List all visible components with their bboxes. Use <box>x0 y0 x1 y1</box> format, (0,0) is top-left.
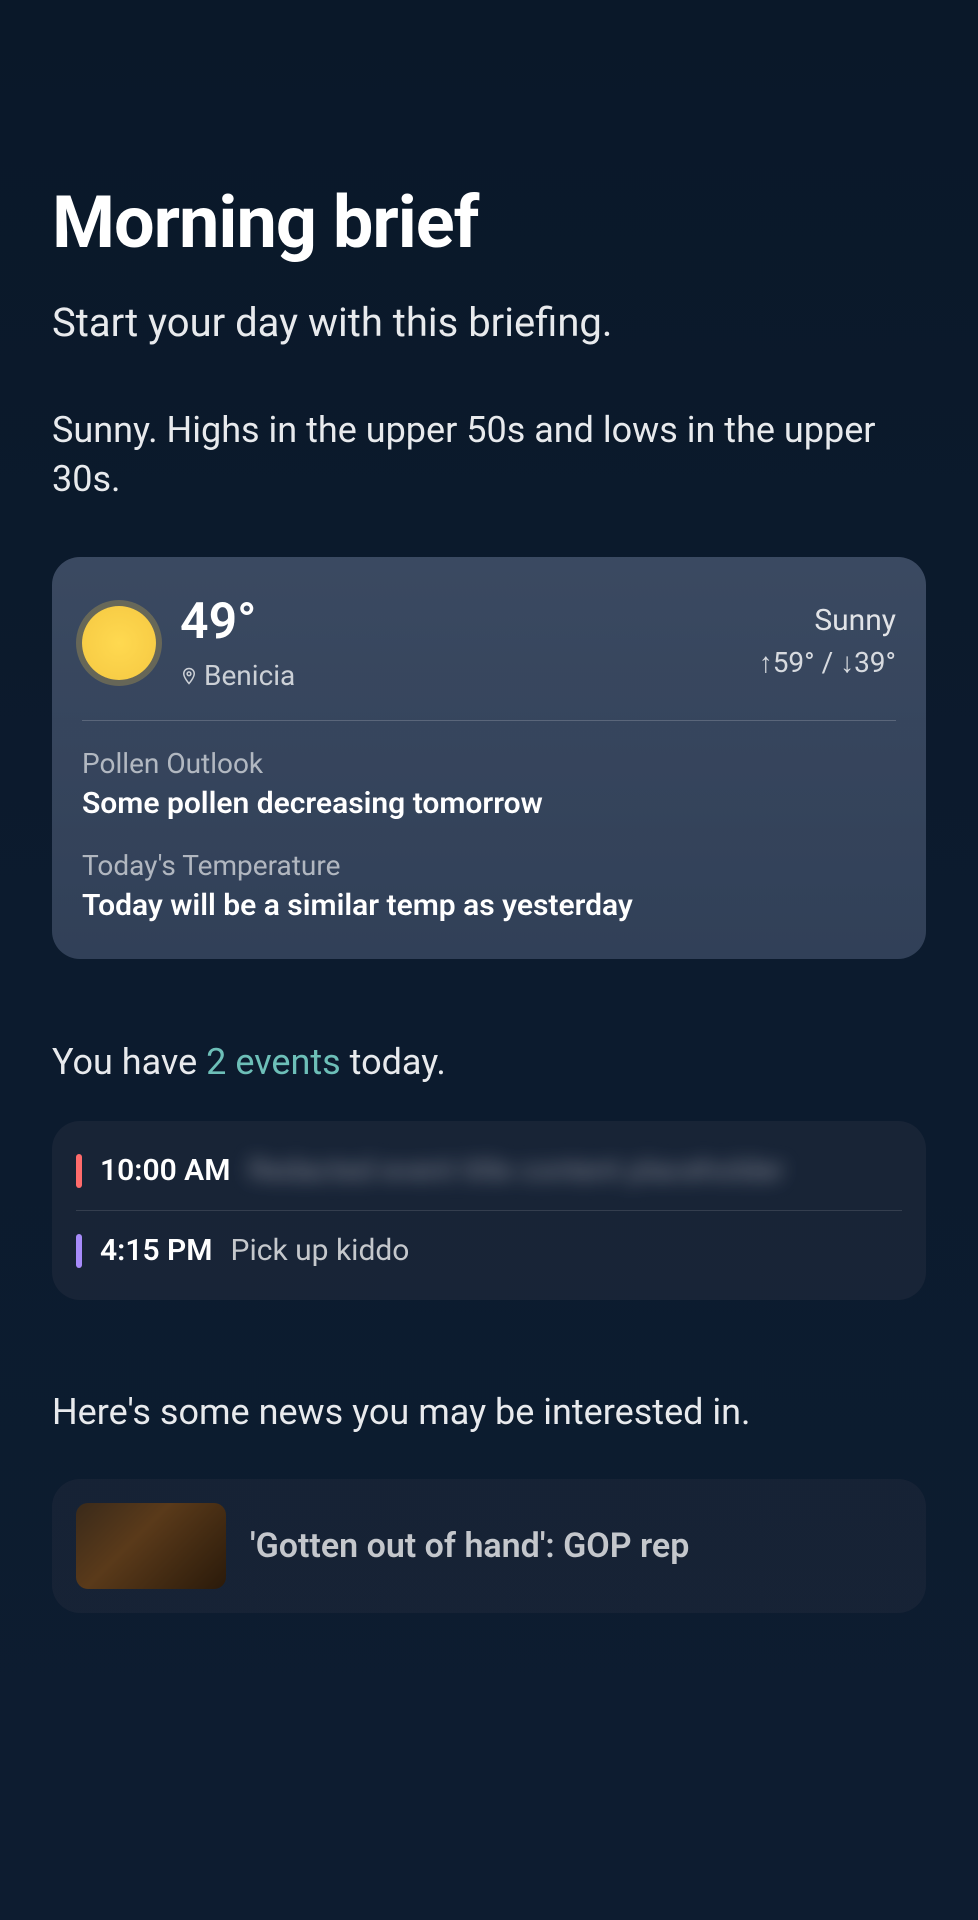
event-row[interactable]: 10:00 AM Redacted event title content pl… <box>76 1131 902 1211</box>
weather-summary-text: Sunny. Highs in the upper 50s and lows i… <box>52 406 926 503</box>
news-thumbnail <box>76 1503 226 1589</box>
location-pin-icon <box>180 665 198 687</box>
news-headline: 'Gotten out of hand': GOP rep <box>250 1526 689 1566</box>
weather-condition: Sunny <box>759 603 896 638</box>
events-card[interactable]: 10:00 AM Redacted event title content pl… <box>52 1121 926 1300</box>
weather-left-block: 49° Benicia <box>82 593 295 692</box>
pollen-label: Pollen Outlook <box>82 747 896 780</box>
event-row[interactable]: 4:15 PM Pick up kiddo <box>76 1211 902 1290</box>
events-count: 2 events <box>206 1041 341 1083</box>
events-intro-prefix: You have <box>52 1041 206 1083</box>
news-card[interactable]: 'Gotten out of hand': GOP rep <box>52 1479 926 1613</box>
events-intro-suffix: today. <box>341 1041 446 1083</box>
events-intro: You have 2 events today. <box>52 1041 926 1083</box>
temp-compare-label: Today's Temperature <box>82 849 896 882</box>
current-temperature: 49° <box>180 593 295 651</box>
weather-details: Pollen Outlook Some pollen decreasing to… <box>82 721 896 923</box>
location-name: Benicia <box>204 659 295 692</box>
location-row: Benicia <box>180 659 295 692</box>
event-title: Pick up kiddo <box>231 1233 410 1268</box>
event-color-bar <box>76 1154 82 1188</box>
event-title-redacted: Redacted event title content placeholder <box>248 1153 902 1188</box>
temp-compare-value: Today will be a similar temp as yesterda… <box>82 888 896 923</box>
page-subtitle: Start your day with this briefing. <box>52 299 926 346</box>
weather-right-block: Sunny ↑59° / ↓39° <box>759 593 896 679</box>
event-color-bar <box>76 1234 82 1268</box>
event-time: 10:00 AM <box>100 1153 230 1188</box>
high-low-temps: ↑59° / ↓39° <box>759 646 896 679</box>
weather-top-row: 49° Benicia Sunny ↑59° / ↓39° <box>82 593 896 721</box>
news-intro: Here's some news you may be interested i… <box>52 1388 926 1437</box>
pollen-value: Some pollen decreasing tomorrow <box>82 786 896 821</box>
sun-icon <box>82 606 156 680</box>
temperature-block: 49° Benicia <box>180 593 295 692</box>
event-time: 4:15 PM <box>100 1233 213 1268</box>
page-title: Morning brief <box>52 180 926 265</box>
weather-card[interactable]: 49° Benicia Sunny ↑59° / ↓39° Pollen Out… <box>52 557 926 959</box>
